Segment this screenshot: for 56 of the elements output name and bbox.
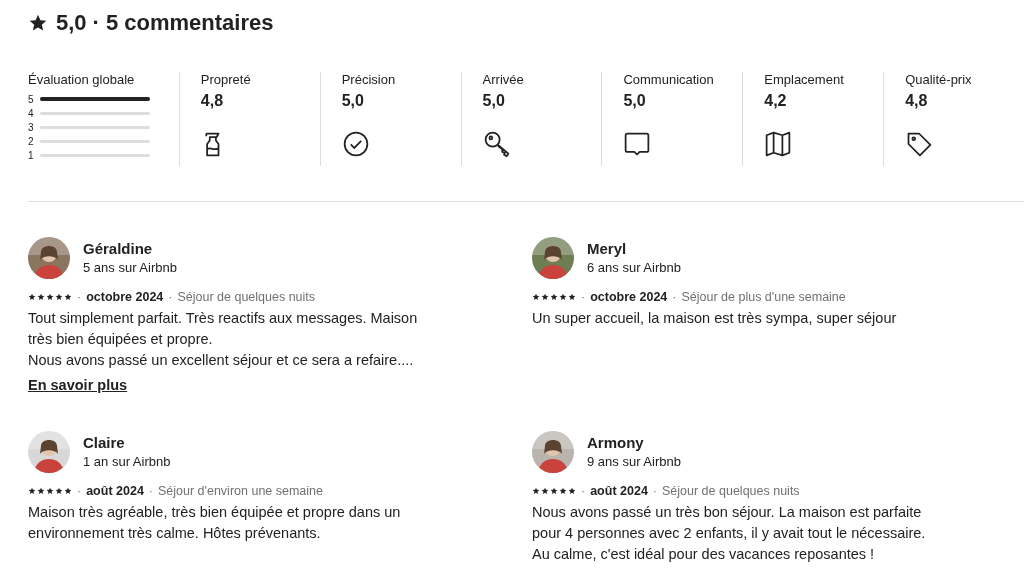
check-circle-icon (341, 130, 370, 158)
reviewer-tenure: 6 ans sur Airbnb (587, 259, 681, 277)
review-text: Tout simplement parfait. Très reactifs aux messages. Maison très bien équipées et propre. Nous avons passé un excellent séjour et ce sera a refaire.... (28, 309, 419, 370)
review-date: octobre 2024 (590, 290, 668, 304)
review-text: Un super accueil, la maison est très sympa, super séjour (532, 309, 898, 328)
review-text: Maison très agréable, très bien équipée et propre dans un environnement très calme. Hôtes prévenants. (28, 503, 402, 543)
category-score: 5,0 (623, 92, 647, 110)
category-label: Précision (341, 72, 397, 88)
stay-length: Séjour de plus d'une semaine (681, 290, 846, 304)
reviewer-tenure: 9 ans sur Airbnb (587, 453, 681, 471)
key-icon (482, 130, 511, 158)
separator: · (77, 290, 82, 304)
separator: · (581, 484, 586, 498)
review-date: août 2024 (86, 484, 144, 498)
separator: · (581, 290, 586, 304)
category-label: Emplacement (764, 72, 845, 88)
separator: · (92, 10, 100, 36)
category-label: Évaluation globale (28, 72, 136, 88)
bar-label: 1 (28, 149, 35, 161)
category-score: 5,0 (482, 92, 506, 110)
review-date: octobre 2024 (86, 290, 164, 304)
speech-bubble-icon (623, 130, 652, 158)
map-icon (764, 130, 793, 158)
category-label: Arrivée (482, 72, 525, 88)
separator: · (672, 290, 677, 304)
reviewer-tenure: 5 ans sur Airbnb (83, 259, 177, 277)
category-score: 5,0 (341, 92, 365, 110)
read-more-link[interactable]: En savoir plus (28, 377, 128, 393)
rating-value: 5,0 (56, 10, 87, 36)
reviewer-tenure: 1 an sur Airbnb (83, 453, 171, 471)
stay-length: Séjour de quelques nuits (662, 484, 800, 498)
category-label: Communication (623, 72, 715, 88)
reviewer-name: Meryl (587, 239, 628, 259)
bar-label: 2 (28, 135, 35, 147)
category-score: 4,8 (200, 92, 225, 110)
reviewer-name: Claire (83, 433, 126, 453)
review-text: Nous avons passé un très bon séjour. La maison est parfaite pour 4 personnes avec 2 enfants, il y avait tout le nécessaire. Au calme, c'est idéal pour des vacances reposantes ! (532, 503, 927, 564)
review-count: 5 commentaires (105, 10, 274, 36)
separator: · (77, 484, 82, 498)
separator: · (168, 290, 173, 304)
separator: · (652, 484, 657, 498)
review-date: août 2024 (590, 484, 648, 498)
stay-length: Séjour d'environ une semaine (158, 484, 323, 498)
category-score: 4,2 (764, 92, 788, 110)
reviewer-name: Géraldine (83, 239, 154, 259)
category-score: 4,8 (905, 92, 929, 110)
category-label: Propreté (200, 72, 252, 88)
bar-label: 3 (28, 121, 35, 133)
bar-label: 4 (28, 107, 35, 119)
bar-label: 5 (28, 93, 35, 105)
price-tag-icon (905, 130, 934, 158)
stay-length: Séjour de quelques nuits (177, 290, 316, 304)
star-icon (28, 13, 48, 33)
separator: · (148, 484, 153, 498)
reviewer-name: Armony (587, 433, 645, 453)
category-label: Qualité-prix (905, 72, 973, 88)
